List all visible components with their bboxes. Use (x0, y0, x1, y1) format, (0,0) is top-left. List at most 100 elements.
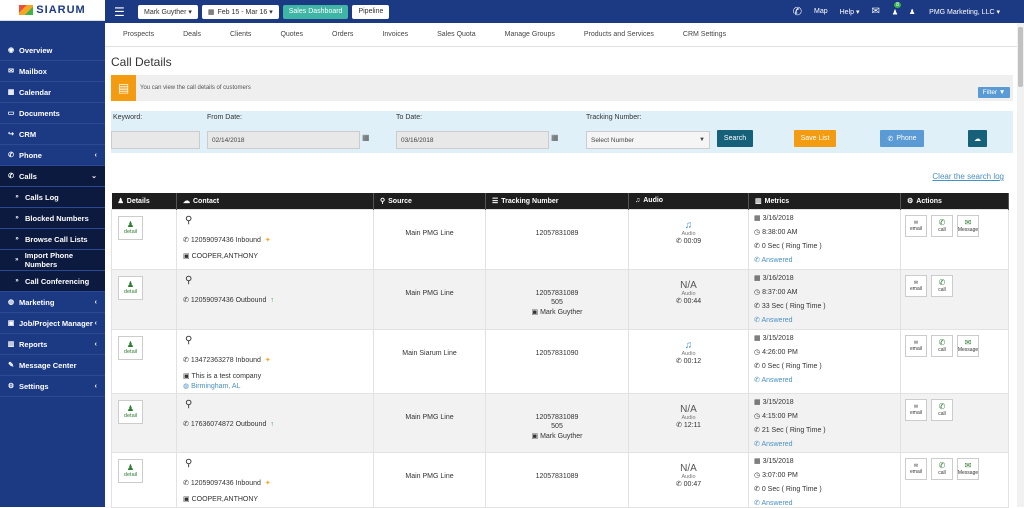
call-action-button[interactable]: ✆ call (931, 457, 953, 480)
to-calendar-icon[interactable]: ▦ (551, 133, 559, 142)
email-action-button[interactable]: ✉ email (905, 214, 927, 237)
message-action-button[interactable]: ✉ Message (957, 457, 979, 480)
phone-icon[interactable]: ✆ (793, 5, 802, 18)
sidebar-item-label: Call Conferencing (25, 276, 90, 286)
map-link[interactable]: Map (814, 8, 828, 15)
sidebar-item-label: Job/Project Manager (19, 318, 93, 328)
sidebar-item[interactable]: ✎ Message Center (0, 355, 105, 376)
actions-cell: ✉ email ✆ call ✉ Message (900, 451, 1009, 508)
sidebar-item[interactable]: ↪ CRM (0, 124, 105, 145)
sidebar-item[interactable]: ▥ Reports ‹ (0, 334, 105, 355)
keyword-input[interactable] (111, 131, 200, 149)
clear-search-log-link[interactable]: Clear the search log (932, 172, 1004, 181)
search-icon[interactable]: ⚲ (185, 335, 192, 346)
calendar-icon: ▦ (754, 334, 763, 342)
sidebar-item[interactable]: ◉ Overview (0, 40, 105, 61)
sidebar-nav: ◉ Overview ✉ Mailbox ▦ Calendar ▭ Documents ↪ CRM… (0, 40, 105, 397)
email-action-button[interactable]: ✉ email (905, 334, 927, 357)
email-action-button[interactable]: ✉ email (905, 398, 927, 421)
menu-item[interactable]: Clients (230, 31, 251, 38)
person-icon: ♟ (126, 280, 135, 289)
help-menu[interactable]: Help ▾ (840, 8, 860, 16)
pipeline-button[interactable]: Pipeline (352, 4, 390, 19)
tracking-number-select[interactable]: Select Number ▼ (586, 131, 710, 149)
headphones-icon[interactable]: ♫ (629, 220, 748, 231)
call-action-button[interactable]: ✆ call (931, 214, 953, 237)
email-action-button[interactable]: ✉ email (905, 274, 927, 297)
sidebar-item[interactable]: ✉ Mailbox (0, 61, 105, 82)
detail-button[interactable]: ♟ detail (118, 399, 143, 424)
call-action-button[interactable]: ✆ call (931, 398, 953, 421)
audio-cell: ♫ Audio ✆ 00:09 (628, 208, 749, 270)
menu-item[interactable]: Manage Groups (505, 31, 555, 38)
to-date-input[interactable]: 03/16/2018 (396, 131, 549, 149)
search-icon[interactable]: ⚲ (185, 215, 192, 226)
date-range-picker[interactable]: ▦ Feb 15 - Mar 16 ▾ (201, 4, 279, 19)
contact-location[interactable]: Birmingham, AL (191, 383, 240, 390)
sidebar-item[interactable]: » Call Conferencing (0, 271, 105, 292)
scrollbar-thumb[interactable] (1018, 27, 1023, 87)
message-action-button[interactable]: ✉ Message (957, 334, 979, 357)
sidebar-item[interactable]: ✆ Calls ⌄ (0, 166, 105, 187)
phone-button[interactable]: ✆ Phone (880, 130, 924, 147)
column-header: ♟ Details (111, 193, 177, 209)
top-bar: ☰ Mark Guyther ▾ ▦ Feb 15 - Mar 16 ▾ Sale… (105, 0, 1024, 23)
search-button[interactable]: Search (717, 130, 753, 147)
menu-item[interactable]: Orders (332, 31, 353, 38)
search-icon[interactable]: ⚲ (185, 399, 192, 410)
sidebar-item[interactable]: » Blocked Numbers (0, 208, 105, 229)
email-action-button[interactable]: ✉ email (905, 457, 927, 480)
menu-item[interactable]: Quotes (280, 31, 303, 38)
menu-item[interactable]: Products and Services (584, 31, 654, 38)
sidebar-item-label: Message Center (19, 360, 77, 370)
headphones-icon[interactable]: ♫ (629, 340, 748, 351)
menu-item[interactable]: CRM Settings (683, 31, 726, 38)
sales-dashboard-button[interactable]: Sales Dashboard (282, 4, 349, 19)
user-select[interactable]: Mark Guyther ▾ (138, 4, 198, 19)
menu-item[interactable]: Sales Quota (437, 31, 476, 38)
contact-cell: ⚲ ✆ 17636074872 Outbound ↑ (176, 392, 374, 453)
contact-name: COOPER,ANTHONY (191, 252, 259, 260)
search-icon[interactable]: ⚲ (185, 275, 192, 286)
sidebar-item[interactable]: ▭ Documents (0, 103, 105, 124)
detail-button[interactable]: ♟ detail (118, 275, 143, 300)
audio-duration-line: ✆ 00:12 (629, 357, 748, 365)
call-action-button[interactable]: ✆ call (931, 334, 953, 357)
sidebar-item[interactable]: » Import Phone Numbers (0, 250, 105, 271)
source-cell: Main PMG Line (373, 268, 486, 330)
source-text: Main PMG Line (405, 289, 454, 297)
sidebar-item[interactable]: ▦ Calendar (0, 82, 105, 103)
logo[interactable]: SIARUM (0, 0, 105, 21)
sidebar-item[interactable]: ✆ Phone ‹ (0, 145, 105, 166)
sidebar-item[interactable]: » Browse Call Lists (0, 229, 105, 250)
detail-button[interactable]: ♟ detail (118, 335, 143, 360)
mail-icon[interactable]: ✉ (871, 6, 879, 17)
save-list-button[interactable]: Save List (794, 130, 836, 147)
action-label: email (910, 225, 922, 232)
hamburger-menu-icon[interactable]: ☰ (114, 5, 134, 19)
search-icon[interactable]: ⚲ (185, 458, 192, 469)
detail-button[interactable]: ♟ detail (118, 215, 143, 240)
message-action-button[interactable]: ✉ Message (957, 214, 979, 237)
menu-item[interactable]: Invoices (382, 31, 408, 38)
chevron-icon: ‹ (94, 319, 97, 327)
action-label: email (910, 409, 922, 416)
sidebar-item[interactable]: ⚙ Settings ‹ (0, 376, 105, 397)
account-menu[interactable]: ♟ PMG Marketing, LLC ▾ (909, 8, 1012, 16)
sidebar-item[interactable]: ▣ Job/Project Manager ‹ (0, 313, 105, 334)
call-action-button[interactable]: ✆ call (931, 274, 953, 297)
detail-button[interactable]: ♟ detail (118, 458, 143, 483)
menu-item[interactable]: Prospects (123, 31, 154, 38)
sidebar-item[interactable]: » Calls Log (0, 187, 105, 208)
from-date-input[interactable]: 02/14/2018 (207, 131, 360, 149)
column-header-label: Source (388, 197, 412, 205)
page-scrollbar[interactable] (1017, 23, 1024, 507)
menu-item[interactable]: Deals (183, 31, 201, 38)
filter-button[interactable]: Filter ▼ (978, 87, 1010, 98)
phone-icon: ✆ (675, 480, 684, 488)
from-calendar-icon[interactable]: ▦ (362, 133, 370, 142)
cloud-download-button[interactable]: ☁ (968, 130, 987, 147)
audio-block: ♫ Audio ✆ 00:12 (629, 340, 748, 365)
sidebar-item[interactable]: ◍ Marketing ‹ (0, 292, 105, 313)
notifications-icon[interactable]: ♟8 (892, 1, 905, 16)
